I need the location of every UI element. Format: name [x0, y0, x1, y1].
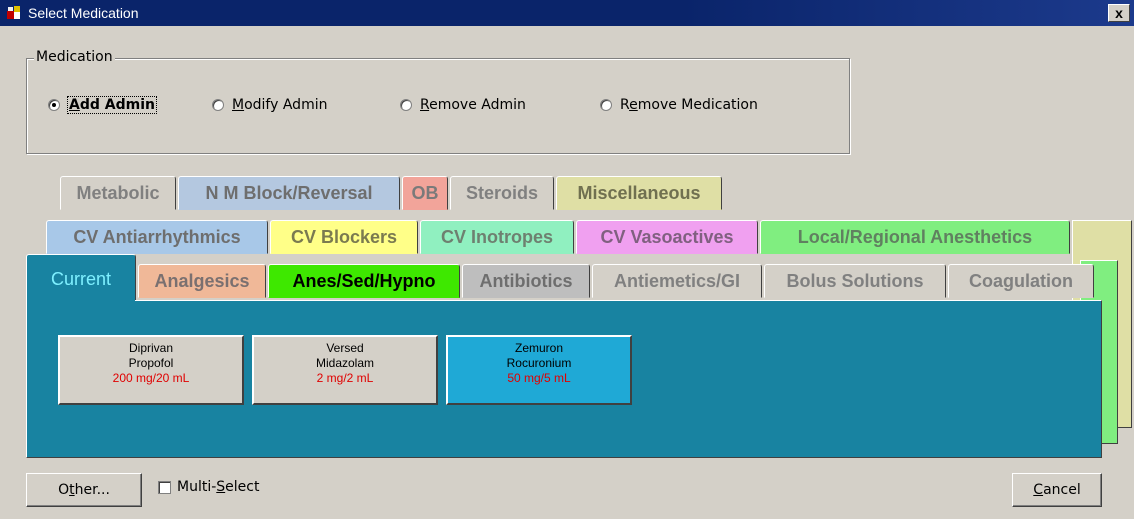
- med-brand: Versed: [326, 341, 364, 355]
- med-dose: 50 mg/5 mL: [507, 371, 571, 385]
- tab-cv-antiarrhythmics[interactable]: CV Antiarrhythmics: [46, 220, 268, 254]
- med-brand: Diprivan: [128, 341, 173, 355]
- current-tab-joint: [27, 299, 135, 302]
- tab-cv-blockers[interactable]: CV Blockers: [270, 220, 418, 254]
- med-button-versed[interactable]: Versed Midazolam 2 mg/2 mL: [252, 335, 438, 405]
- med-brand: Zemuron: [514, 341, 564, 355]
- med-button-diprivan[interactable]: Diprivan Propofol 200 mg/20 mL: [58, 335, 244, 405]
- radio-dot-selected[interactable]: [48, 99, 60, 111]
- tab-steroids[interactable]: Steroids: [450, 176, 554, 210]
- radio-dot[interactable]: [212, 99, 224, 111]
- radio-add-admin-label: Add Admin: [67, 96, 157, 114]
- med-button-zemuron[interactable]: Zemuron Rocuronium 50 mg/5 mL: [446, 335, 632, 405]
- tab-cv-inotropes[interactable]: CV Inotropes: [420, 220, 574, 254]
- multi-select-label: Multi-Select: [177, 479, 260, 495]
- med-dose: 200 mg/20 mL: [112, 371, 190, 385]
- radio-remove-medication[interactable]: Remove Medication: [600, 95, 758, 115]
- tab-cv-vasoactives[interactable]: CV Vasoactives: [576, 220, 758, 254]
- radio-dot[interactable]: [400, 99, 412, 111]
- radio-remove-medication-label: Remove Medication: [620, 97, 758, 113]
- tab-antibiotics[interactable]: Antibiotics: [462, 264, 590, 298]
- tab-coagulation[interactable]: Coagulation: [948, 264, 1094, 298]
- tab-local-regional-anesthetics[interactable]: Local/Regional Anesthetics: [760, 220, 1070, 254]
- tab-nm-block-reversal[interactable]: N M Block/Reversal: [178, 176, 400, 210]
- title-bar: Select Medication x: [0, 0, 1134, 26]
- multi-select-checkbox[interactable]: Multi-Select: [158, 479, 259, 495]
- tab-current[interactable]: Current: [26, 254, 136, 302]
- tab-antiemetics-gi[interactable]: Antiemetics/GI: [592, 264, 762, 298]
- radio-dot[interactable]: [600, 99, 612, 111]
- cancel-button[interactable]: Cancel: [1012, 473, 1102, 507]
- tab-analgesics[interactable]: Analgesics: [138, 264, 266, 298]
- tab-miscellaneous[interactable]: Miscellaneous: [556, 176, 722, 210]
- radio-modify-admin[interactable]: Modify Admin: [212, 95, 327, 115]
- med-dose: 2 mg/2 mL: [316, 371, 374, 385]
- med-generic: Midazolam: [315, 356, 375, 370]
- radio-remove-admin-label: Remove Admin: [420, 97, 526, 113]
- medication-group-legend: Medication: [34, 48, 115, 66]
- app-icon: [6, 5, 22, 21]
- tab-metabolic[interactable]: Metabolic: [60, 176, 176, 210]
- med-generic: Propofol: [128, 356, 174, 370]
- other-button[interactable]: Other...: [26, 473, 142, 507]
- close-button[interactable]: x: [1108, 4, 1130, 22]
- med-generic: Rocuronium: [506, 356, 572, 370]
- radio-remove-admin[interactable]: Remove Admin: [400, 95, 526, 115]
- radio-modify-admin-label: Modify Admin: [232, 97, 328, 113]
- tab-ob[interactable]: OB: [402, 176, 448, 210]
- window-title: Select Medication: [28, 5, 139, 21]
- tab-anes-sed-hypno[interactable]: Anes/Sed/Hypno: [268, 264, 460, 298]
- radio-add-admin[interactable]: Add Admin: [48, 95, 157, 115]
- tab-bolus-solutions[interactable]: Bolus Solutions: [764, 264, 946, 298]
- checkbox-box[interactable]: [158, 480, 171, 494]
